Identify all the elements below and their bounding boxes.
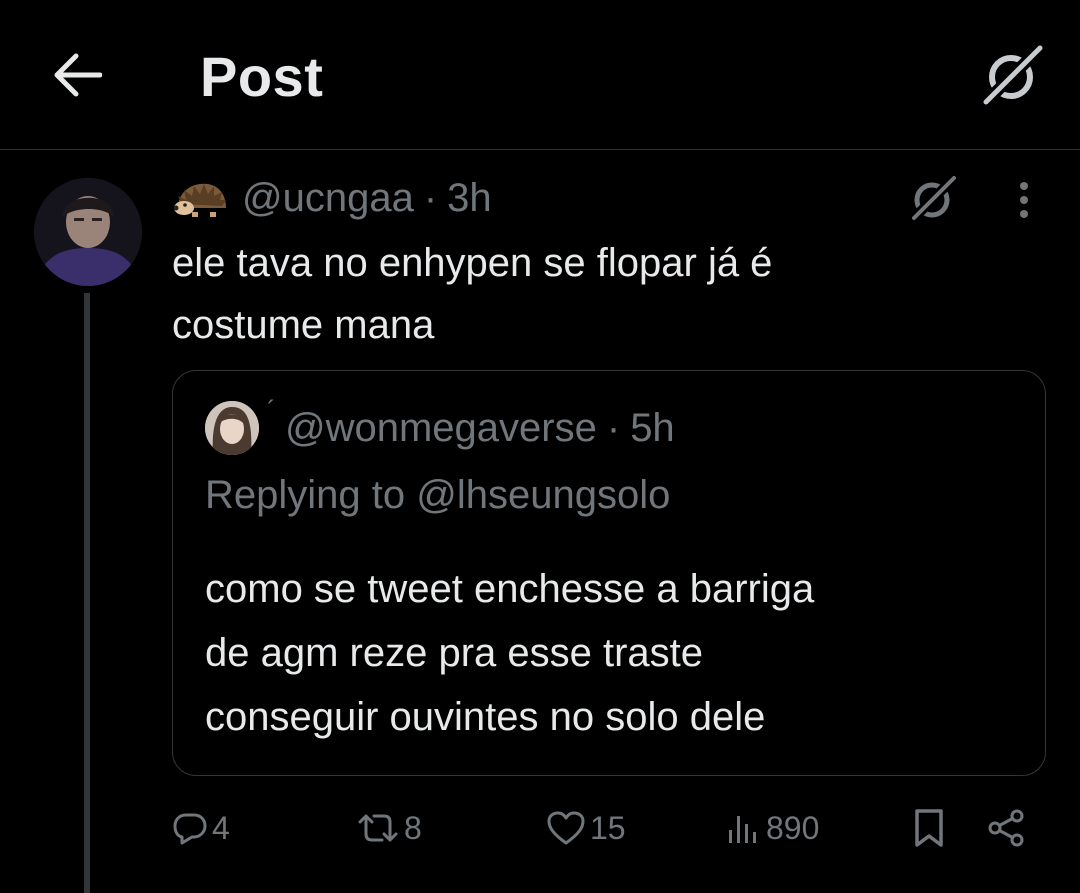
quoted-tweet-text: como se tweet enchesse a barriga de agm … <box>205 567 815 739</box>
share-button[interactable] <box>986 800 1026 856</box>
replying-to-handle: @lhseungsolo <box>416 473 671 517</box>
quoted-author-avatar <box>205 401 259 455</box>
views-button[interactable]: 890 <box>726 800 819 856</box>
more-dots-icon <box>1020 182 1028 218</box>
author-avatar[interactable] <box>34 178 142 286</box>
like-icon <box>547 811 585 845</box>
quoted-tweet-meta: @wonmegaverse · 5h <box>285 401 675 455</box>
meta-separator: · <box>423 175 438 220</box>
quoted-author-handle: @wonmegaverse <box>285 405 597 450</box>
quoted-tweet-time: 5h <box>630 405 675 450</box>
share-icon <box>988 809 1024 847</box>
more-options-button[interactable] <box>1004 176 1044 224</box>
repost-count: 8 <box>404 809 422 846</box>
meta-separator: · <box>606 405 621 450</box>
tweet-text: ele tava no enhypen se flopar já é costu… <box>172 241 773 347</box>
author-handle[interactable]: @ucngaa <box>242 176 414 221</box>
hedgehog-emoji-icon <box>173 183 226 217</box>
repost-button[interactable]: 8 <box>356 800 422 856</box>
replying-to-line: Replying to @lhseungsolo <box>205 473 670 518</box>
quoted-tweet-card[interactable]: ´ @wonmegaverse · 5h Replying to @lhseun… <box>172 370 1046 776</box>
bookmark-icon <box>915 809 943 847</box>
grok-icon <box>979 41 1047 109</box>
grok-button[interactable] <box>979 41 1047 109</box>
views-icon <box>729 816 756 843</box>
bookmark-button[interactable] <box>912 800 946 856</box>
grok-explain-button[interactable] <box>908 172 960 224</box>
author-photo <box>34 178 142 286</box>
tweet-time[interactable]: 3h <box>447 176 492 221</box>
action-bar: 4 8 15 890 <box>0 800 1080 860</box>
grok-icon <box>908 172 960 224</box>
back-arrow-icon <box>54 53 103 97</box>
back-button[interactable] <box>52 52 103 98</box>
like-button[interactable]: 15 <box>546 800 626 856</box>
quoted-author-photo <box>205 401 259 455</box>
view-count: 890 <box>766 809 820 846</box>
reply-count: 4 <box>212 809 230 846</box>
quoted-name-mark: ´ <box>267 395 276 425</box>
header-bar: Post <box>0 0 1080 150</box>
reply-button[interactable]: 4 <box>172 800 230 856</box>
reply-icon <box>173 813 207 845</box>
repost-icon <box>358 814 398 842</box>
replying-to-label: Replying to <box>205 473 406 517</box>
like-count: 15 <box>590 809 626 846</box>
page-title: Post <box>200 45 324 108</box>
tweet-meta: @ucngaa · 3h <box>172 174 492 222</box>
